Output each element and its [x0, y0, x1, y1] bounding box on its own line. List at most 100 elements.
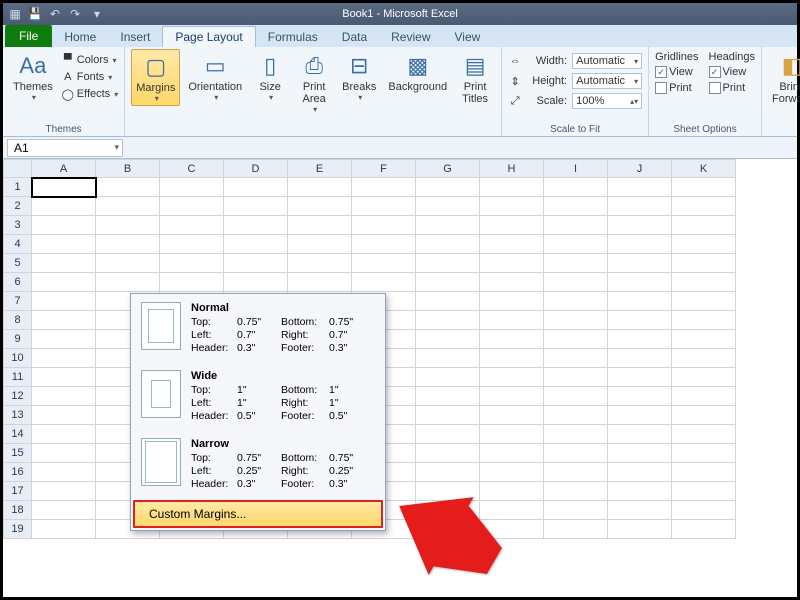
row-header[interactable]: 14 [4, 425, 32, 444]
cell[interactable] [672, 463, 736, 482]
tab-view[interactable]: View [443, 27, 493, 47]
row-header[interactable]: 3 [4, 216, 32, 235]
cell[interactable] [160, 254, 224, 273]
cell[interactable] [480, 292, 544, 311]
column-header[interactable]: C [160, 160, 224, 178]
column-header[interactable]: K [672, 160, 736, 178]
cell[interactable] [608, 387, 672, 406]
cell[interactable] [544, 501, 608, 520]
cell[interactable] [608, 235, 672, 254]
cell[interactable] [416, 406, 480, 425]
bring-forward-button[interactable]: ◧ Bring Forward [768, 49, 800, 107]
cell[interactable] [672, 235, 736, 254]
row-header[interactable]: 15 [4, 444, 32, 463]
cell[interactable] [288, 273, 352, 292]
tab-review[interactable]: Review [379, 27, 442, 47]
tab-insert[interactable]: Insert [108, 27, 162, 47]
cell[interactable] [416, 292, 480, 311]
cell[interactable] [32, 482, 96, 501]
cell[interactable] [544, 216, 608, 235]
effects-button[interactable]: ◯Effects▾ [61, 86, 118, 102]
cell[interactable] [160, 197, 224, 216]
cell[interactable] [544, 292, 608, 311]
cell[interactable] [416, 463, 480, 482]
custom-margins-button[interactable]: Custom Margins... [135, 502, 381, 526]
tab-data[interactable]: Data [330, 27, 379, 47]
cell[interactable] [672, 444, 736, 463]
cell[interactable] [608, 273, 672, 292]
cell[interactable] [96, 216, 160, 235]
width-select[interactable]: Automatic▾ [572, 53, 642, 69]
cell[interactable] [416, 330, 480, 349]
qat-customize-icon[interactable]: ▾ [89, 6, 105, 22]
column-header[interactable]: I [544, 160, 608, 178]
name-box[interactable]: A1 [7, 139, 123, 157]
cell[interactable] [544, 273, 608, 292]
orientation-button[interactable]: ▭ Orientation▾ [184, 49, 246, 104]
cell[interactable] [608, 197, 672, 216]
cell[interactable] [224, 273, 288, 292]
row-header[interactable]: 17 [4, 482, 32, 501]
cell[interactable] [352, 216, 416, 235]
row-header[interactable]: 6 [4, 273, 32, 292]
cell[interactable] [288, 178, 352, 197]
margins-option-wide[interactable]: Wide Top:1"Bottom:1" Left:1"Right:1" Hea… [131, 362, 385, 430]
cell[interactable] [544, 254, 608, 273]
size-button[interactable]: ▯ Size▾ [250, 49, 290, 104]
cell[interactable] [608, 406, 672, 425]
column-header[interactable]: D [224, 160, 288, 178]
cell[interactable] [352, 197, 416, 216]
gridlines-view-checkbox[interactable]: ✓View [655, 65, 698, 79]
print-area-button[interactable]: ⎙ Print Area▾ [294, 49, 334, 116]
redo-icon[interactable]: ↷ [67, 6, 83, 22]
cell[interactable] [672, 482, 736, 501]
row-header[interactable]: 19 [4, 520, 32, 539]
cell[interactable] [608, 178, 672, 197]
row-header[interactable]: 12 [4, 387, 32, 406]
cell[interactable] [352, 235, 416, 254]
cell[interactable] [480, 273, 544, 292]
cell[interactable] [416, 273, 480, 292]
cell[interactable] [672, 349, 736, 368]
cell[interactable] [32, 501, 96, 520]
cell[interactable] [288, 235, 352, 254]
cell[interactable] [608, 311, 672, 330]
cell[interactable] [32, 292, 96, 311]
cell[interactable] [416, 444, 480, 463]
cell[interactable] [96, 273, 160, 292]
row-header[interactable]: 4 [4, 235, 32, 254]
cell[interactable] [224, 197, 288, 216]
cell[interactable] [416, 311, 480, 330]
cell[interactable] [32, 216, 96, 235]
cell[interactable] [288, 254, 352, 273]
breaks-button[interactable]: ⊟ Breaks▾ [338, 49, 380, 104]
cell[interactable] [32, 444, 96, 463]
cell[interactable] [32, 368, 96, 387]
cell[interactable] [544, 406, 608, 425]
cell[interactable] [672, 368, 736, 387]
cell[interactable] [544, 349, 608, 368]
scale-spinner[interactable]: 100%▴▾ [572, 93, 642, 109]
cell[interactable] [480, 254, 544, 273]
gridlines-print-checkbox[interactable]: Print [655, 81, 698, 95]
column-header[interactable]: A [32, 160, 96, 178]
cell[interactable] [544, 235, 608, 254]
cell[interactable] [672, 216, 736, 235]
cell[interactable] [32, 235, 96, 254]
background-button[interactable]: ▩ Background [384, 49, 451, 95]
cell[interactable] [416, 349, 480, 368]
cell[interactable] [544, 463, 608, 482]
row-header[interactable]: 16 [4, 463, 32, 482]
cell[interactable] [416, 178, 480, 197]
cell[interactable] [608, 463, 672, 482]
row-header[interactable]: 10 [4, 349, 32, 368]
cell[interactable] [608, 349, 672, 368]
cell[interactable] [544, 197, 608, 216]
cell[interactable] [480, 349, 544, 368]
column-header[interactable]: F [352, 160, 416, 178]
cell[interactable] [544, 178, 608, 197]
cell[interactable] [608, 425, 672, 444]
column-header[interactable]: H [480, 160, 544, 178]
cell[interactable] [608, 216, 672, 235]
cell[interactable] [480, 444, 544, 463]
